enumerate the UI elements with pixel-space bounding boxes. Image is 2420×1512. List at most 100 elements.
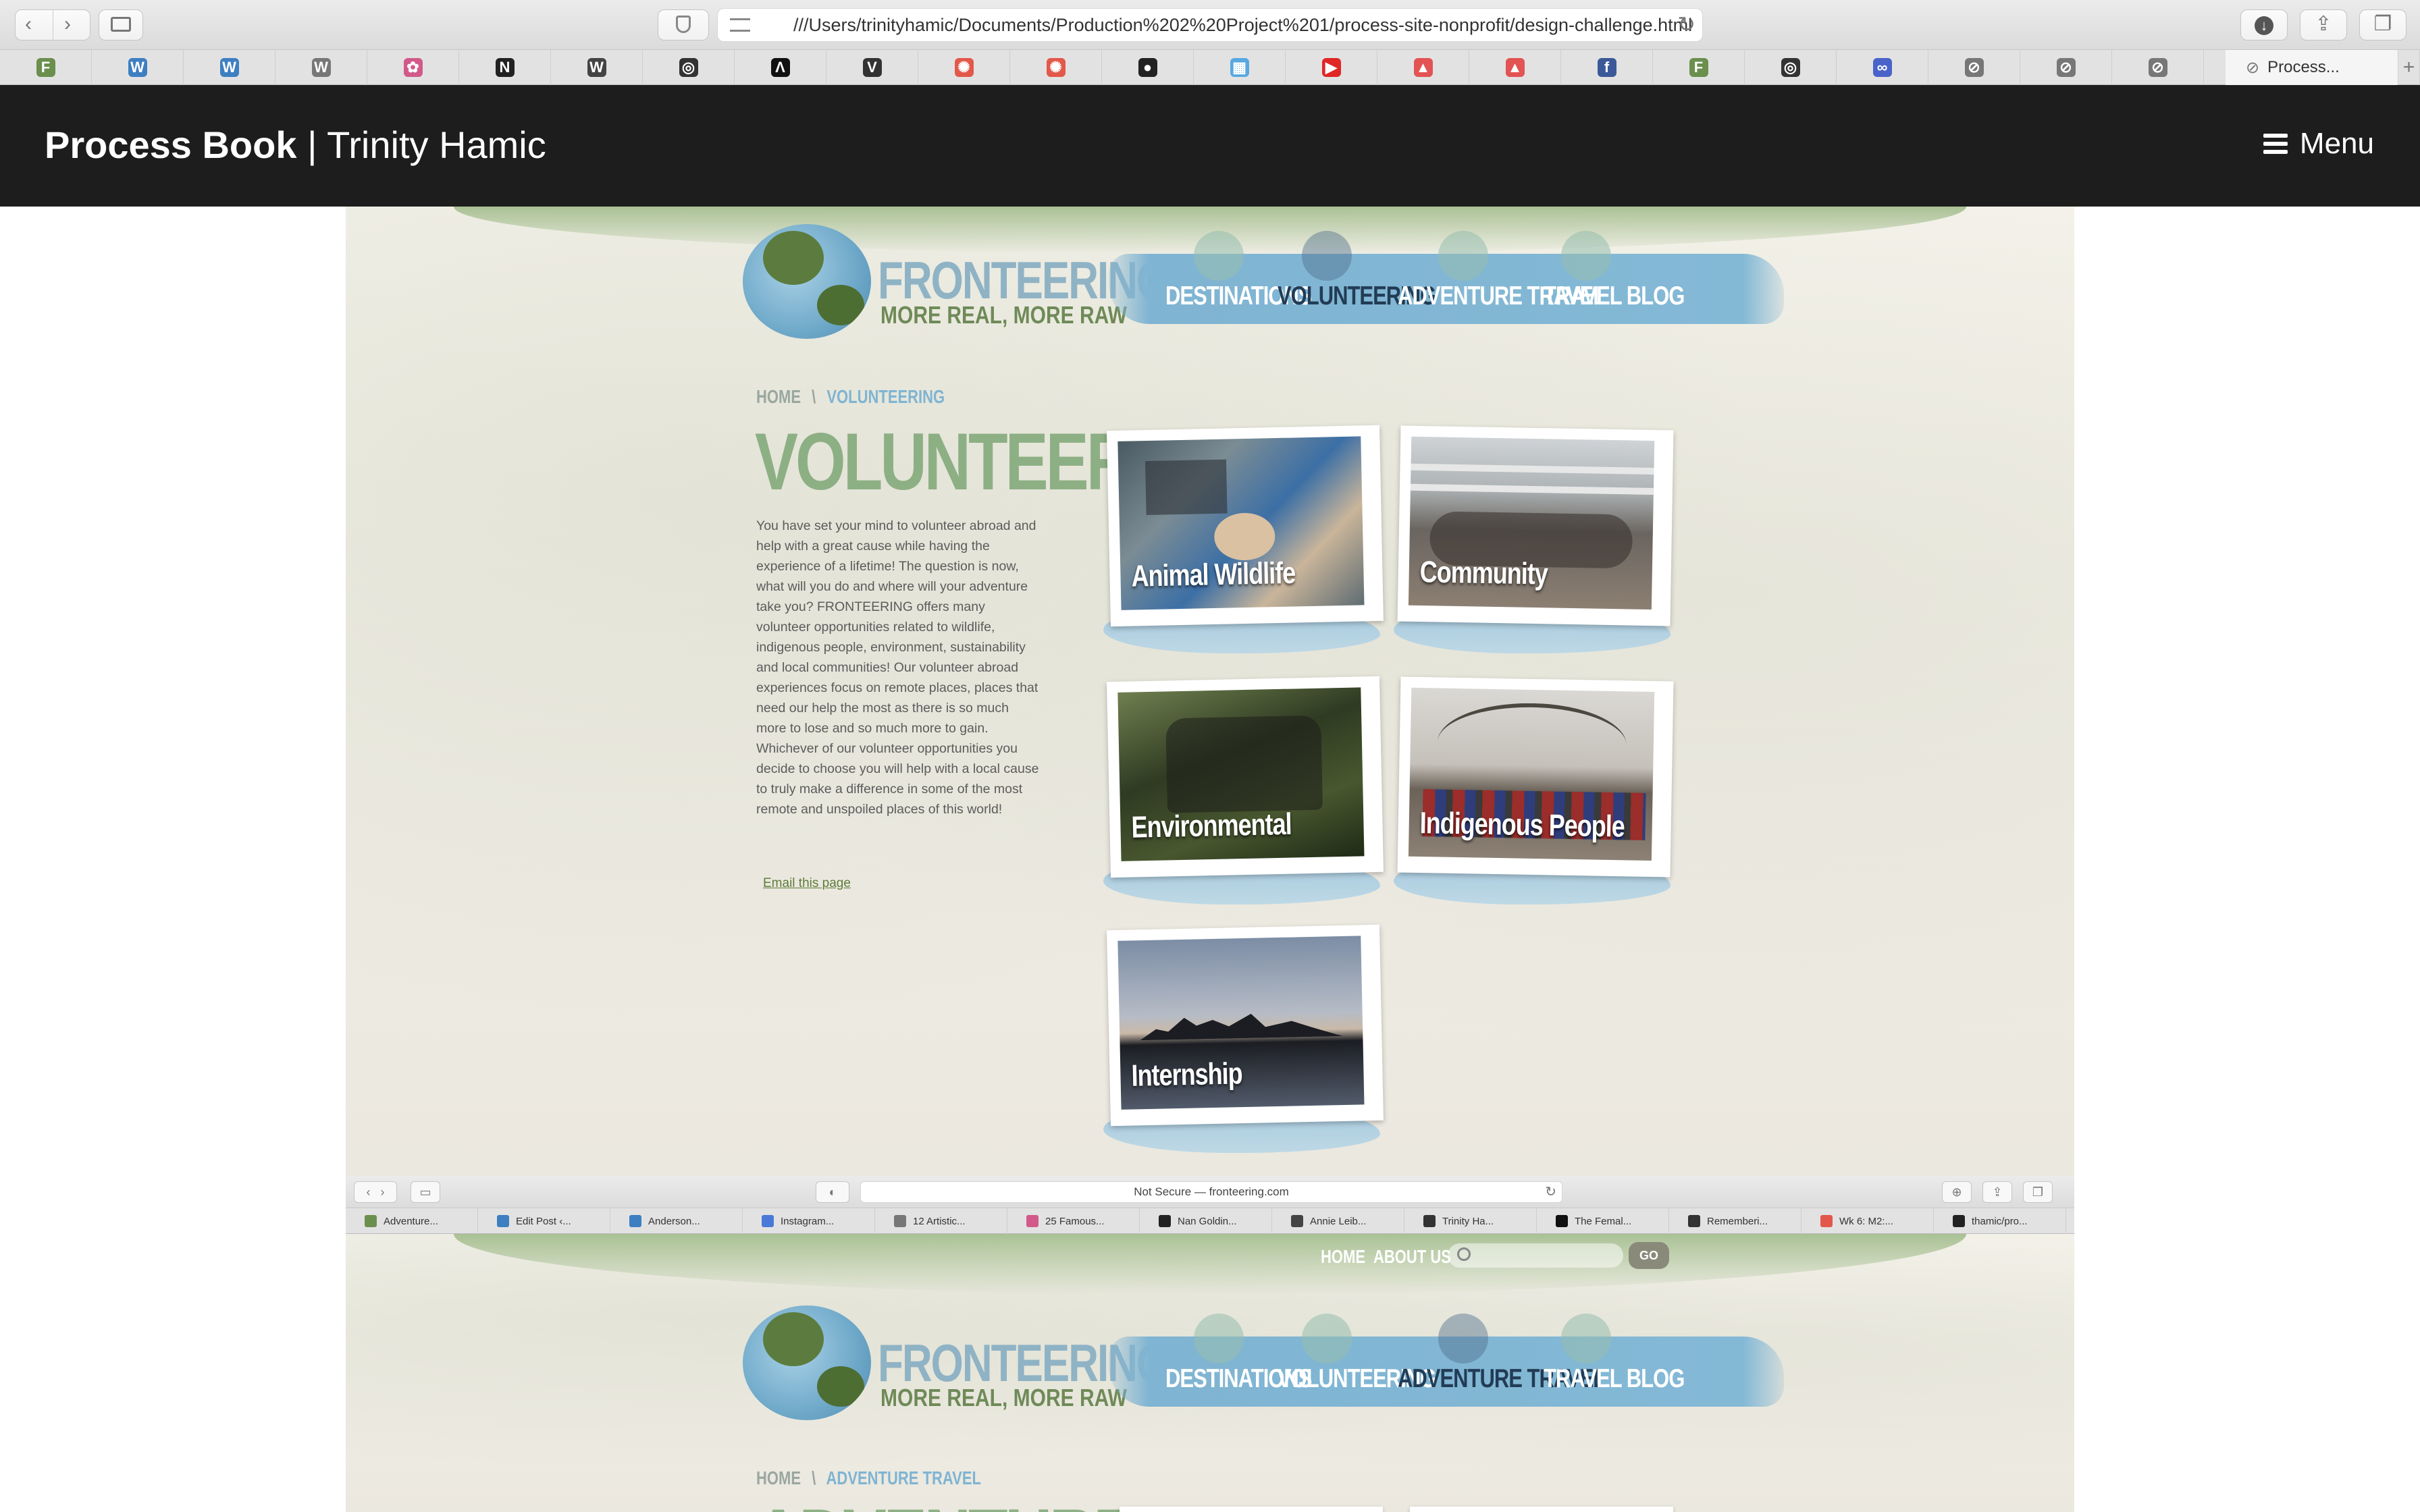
card-partial[interactable] xyxy=(1410,1507,1673,1512)
breadcrumb-home[interactable]: HOME xyxy=(756,386,801,407)
card-environmental[interactable]: Environmental xyxy=(1103,676,1388,905)
sidebar-toggle-button[interactable] xyxy=(99,9,143,40)
mini-favorite-label: Rememberi... xyxy=(1707,1215,1768,1227)
favorite-icon: N xyxy=(495,58,515,77)
reader-icon[interactable] xyxy=(730,18,750,32)
favorite-item[interactable]: ⊘ xyxy=(2112,50,2204,85)
mini-favorite-item[interactable]: Edit Post ‹... xyxy=(478,1208,610,1234)
logo-tagline: MORE REAL, MORE RAW xyxy=(880,302,1127,329)
mini-sidebar-button[interactable]: ▭ xyxy=(411,1181,440,1203)
favorite-item[interactable]: V xyxy=(826,50,918,85)
favorite-item[interactable]: ✺ xyxy=(918,50,1010,85)
tabs-icon: ❐ xyxy=(2373,13,2392,35)
favorite-item[interactable]: F xyxy=(1653,50,1745,85)
favorite-icon xyxy=(894,1215,906,1227)
mini-favorite-item[interactable]: Instagram... xyxy=(743,1208,875,1234)
mini-favorite-item[interactable]: The Femal... xyxy=(1537,1208,1669,1234)
mini-tabs-button[interactable]: ❐ xyxy=(2023,1181,2053,1203)
favorite-item[interactable]: F xyxy=(0,50,92,85)
favorite-item[interactable]: ▶ xyxy=(1286,50,1377,85)
mini-favorite-label: 25 Famous... xyxy=(1045,1215,1105,1227)
top-nav-about[interactable]: ABOUT US xyxy=(1373,1246,1451,1268)
search-input[interactable] xyxy=(1448,1243,1623,1268)
sidebar-icon xyxy=(111,17,131,32)
favorite-item[interactable]: ◎ xyxy=(643,50,735,85)
mini-favorite-label: Wk 6: M2:... xyxy=(1839,1215,1894,1227)
mini-address-bar[interactable]: Not Secure — fronteering.com ↻ xyxy=(860,1181,1562,1203)
mini-favorite-item[interactable]: Rememberi... xyxy=(1669,1208,1801,1234)
site-title[interactable]: Process Book | Trinity Hamic xyxy=(45,123,546,167)
mini-share-button[interactable]: ⇪ xyxy=(1982,1181,2012,1203)
menu-label: Menu xyxy=(2299,127,2374,160)
mini-favorite-item[interactable]: Nan Goldin... xyxy=(1140,1208,1272,1234)
favorite-item[interactable]: ⊘ xyxy=(1928,50,2020,85)
reload-icon[interactable]: ↻ xyxy=(1545,1183,1556,1200)
favorite-item[interactable]: W xyxy=(551,50,643,85)
favorite-item[interactable]: f xyxy=(1561,50,1653,85)
mini-favorite-item[interactable]: Anderson... xyxy=(610,1208,743,1234)
download-icon: ⊕ xyxy=(1951,1185,1962,1199)
search-icon xyxy=(1457,1247,1471,1261)
back-icon[interactable]: ‹ xyxy=(25,10,32,38)
favorite-item[interactable]: ✺ xyxy=(1010,50,1102,85)
breadcrumb-home[interactable]: HOME xyxy=(756,1467,801,1488)
favorite-icon xyxy=(1291,1215,1303,1227)
forward-icon[interactable]: › xyxy=(64,10,71,38)
nav-travel-blog[interactable]: TRAVEL BLOG xyxy=(1544,1364,1685,1394)
favorite-item[interactable]: Λ xyxy=(735,50,826,85)
privacy-report-button[interactable] xyxy=(658,9,709,40)
breadcrumb: HOME \ ADVENTURE TRAVEL xyxy=(756,1467,981,1490)
mini-favorites-bar: Adventure... Edit Post ‹... Anderson... Ins… xyxy=(346,1208,2074,1234)
site-title-author: | Trinity Hamic xyxy=(296,124,546,166)
downloads-button[interactable]: ↓ xyxy=(2240,9,2288,40)
favorite-item[interactable]: W xyxy=(184,50,275,85)
favorite-item[interactable]: ∞ xyxy=(1837,50,1928,85)
favorites-bar: F W W W ✿ N W ◎ Λ V ✺ ✺ ● ▦ ▶ ▲ ▲ f F ◎ ∞ ⊘ ⊘ ⊘ ⊘ Process... + xyxy=(0,50,2420,85)
card-label: Internship xyxy=(1130,1056,1243,1093)
globe-logo-icon xyxy=(743,224,871,339)
email-page-link[interactable]: Email this page xyxy=(763,876,851,891)
mini-privacy-button[interactable]: ◐ xyxy=(816,1181,849,1203)
favorite-item[interactable]: W xyxy=(92,50,184,85)
card-indigenous-people[interactable]: Indigenous People xyxy=(1394,676,1679,905)
menu-button[interactable]: Menu xyxy=(2263,127,2374,161)
go-button[interactable]: GO xyxy=(1629,1242,1669,1269)
favorite-item[interactable]: W xyxy=(275,50,367,85)
nav-travel-blog[interactable]: TRAVEL BLOG xyxy=(1544,281,1685,311)
mini-favorite-item[interactable]: Wk 6: M2:... xyxy=(1801,1208,1934,1234)
mini-back-forward[interactable]: ‹ › xyxy=(354,1181,397,1203)
favorite-item[interactable]: N xyxy=(459,50,551,85)
favorite-item[interactable]: ⊘ xyxy=(2020,50,2112,85)
screenshot-adventure-travel: ‹ › ▭ ◐ Not Secure — fronteering.com ↻ ⊕… xyxy=(346,1176,2074,1512)
mini-favorite-item[interactable]: Trinity Ha... xyxy=(1404,1208,1537,1234)
new-tab-button[interactable]: + xyxy=(2398,50,2420,85)
favorite-item[interactable]: ◎ xyxy=(1745,50,1837,85)
card-animal-wildlife[interactable]: Animal Wildlife xyxy=(1103,425,1388,653)
mini-favorite-item[interactable]: Adventure... xyxy=(346,1208,478,1234)
favorite-item[interactable]: ✿ xyxy=(367,50,459,85)
favorite-item[interactable]: ▲ xyxy=(1469,50,1561,85)
back-forward-buttons[interactable]: ‹ › xyxy=(15,9,90,40)
back-icon[interactable]: ‹ xyxy=(366,1185,370,1199)
mini-favorite-label: The Femal... xyxy=(1575,1215,1632,1227)
top-nav-home[interactable]: HOME xyxy=(1321,1246,1365,1268)
card-partial[interactable] xyxy=(1120,1507,1383,1512)
address-bar[interactable]: ///Users/trinityhamic/Documents/Producti… xyxy=(717,8,1703,42)
mini-favorite-item[interactable]: thamic/pro... xyxy=(1934,1208,2066,1234)
share-button[interactable]: ⇪ xyxy=(2300,9,2347,40)
forward-icon[interactable]: › xyxy=(381,1185,385,1199)
favorite-item[interactable]: ● xyxy=(1102,50,1194,85)
mini-favorite-item[interactable]: 12 Artistic... xyxy=(875,1208,1007,1234)
favorite-item[interactable]: ▦ xyxy=(1194,50,1286,85)
mini-favorite-item[interactable]: Annie Leib... xyxy=(1272,1208,1404,1234)
reload-icon[interactable]: ↻ xyxy=(1677,11,1695,37)
tab-process-book[interactable]: ⊘ Process... xyxy=(2226,50,2398,85)
breadcrumb-current: ADVENTURE TRAVEL xyxy=(826,1467,981,1489)
mini-downloads-button[interactable]: ⊕ xyxy=(1942,1181,1972,1203)
card-community[interactable]: Community xyxy=(1394,425,1679,653)
card-internship[interactable]: Internship xyxy=(1103,924,1388,1153)
favorite-item[interactable]: ▲ xyxy=(1377,50,1469,85)
mini-favorite-item[interactable]: 25 Famous... xyxy=(1007,1208,1140,1234)
favorite-icon: ∞ xyxy=(1872,58,1892,77)
tab-overview-button[interactable]: ❐ xyxy=(2359,9,2406,40)
